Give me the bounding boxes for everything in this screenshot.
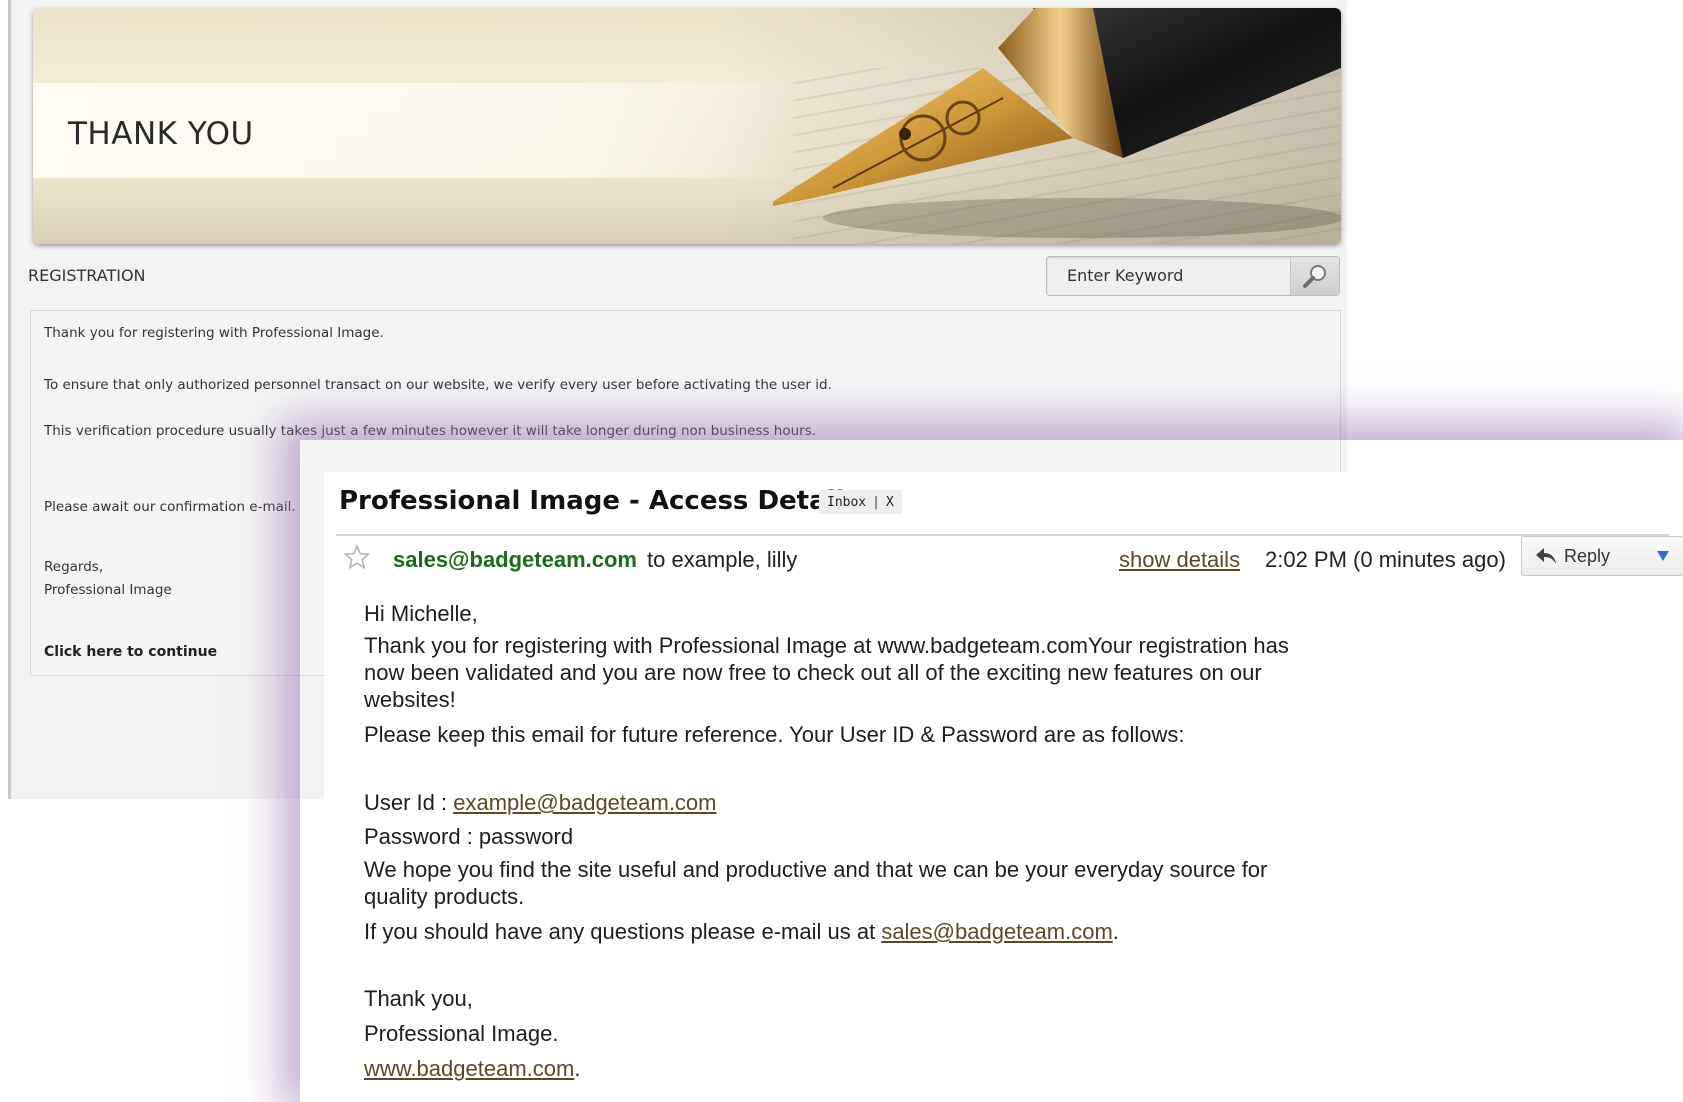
website-link[interactable]: www.badgeteam.com — [364, 1056, 574, 1081]
contact-prefix: If you should have any questions please … — [364, 919, 882, 944]
body-paragraph-1-line-2: now been validated and you are now free … — [364, 660, 1262, 685]
contact-email-link[interactable]: sales@badgeteam.com — [881, 919, 1112, 944]
body-paragraph-2: Please keep this email for future refere… — [364, 722, 1185, 747]
contact-suffix: . — [1112, 919, 1119, 944]
star-icon[interactable] — [344, 544, 370, 570]
inbox-label: Inbox | X — [819, 490, 902, 514]
thank-you-banner: THANK YOU — [33, 8, 1341, 244]
message-line-4: Please await our confirmation e-mail. — [44, 499, 296, 515]
banner-title: THANK YOU — [68, 116, 254, 152]
section-label: REGISTRATION — [28, 266, 146, 285]
fountain-pen-image — [773, 8, 1341, 238]
contact-line: If you should have any questions please … — [364, 918, 1119, 946]
closing-website-line: www.badgeteam.com. — [364, 1055, 580, 1083]
website-suffix: . — [574, 1056, 581, 1081]
message-line-2: To ensure that only authorized personnel… — [44, 377, 832, 393]
greeting: Hi Michelle, — [364, 601, 478, 626]
reply-arrow-icon — [1536, 548, 1556, 564]
reply-button[interactable]: Reply — [1521, 536, 1645, 576]
continue-link[interactable]: Click here to continue — [44, 644, 217, 660]
inbox-label-text[interactable]: Inbox — [827, 495, 866, 510]
label-separator: | — [872, 494, 880, 510]
body-paragraph-3-line-2: quality products. — [364, 884, 525, 909]
closing-thanks: Thank you, — [364, 986, 473, 1011]
reply-label: Reply — [1564, 545, 1611, 566]
closing-signature: Professional Image. — [364, 1021, 559, 1046]
signature-text: Professional Image — [44, 582, 172, 598]
password-line: Password : password — [364, 824, 574, 849]
email-subject: Professional Image - Access Details — [339, 486, 860, 516]
email-header-row: sales@badgeteam.com to example, lilly sh… — [336, 534, 1683, 580]
body-paragraph-1-line-3: websites! — [364, 687, 456, 712]
regards-text: Regards, — [44, 559, 104, 575]
show-details-link[interactable]: show details — [1119, 547, 1240, 573]
sender-address[interactable]: sales@badgeteam.com — [393, 547, 637, 573]
email-message: Professional Image - Access Details Inbo… — [324, 472, 1683, 1102]
email-timestamp: 2:02 PM (0 minutes ago) — [1265, 547, 1506, 572]
message-line-1: Thank you for registering with Professio… — [44, 325, 384, 341]
magnifier-icon — [1303, 265, 1326, 288]
search-button[interactable] — [1290, 257, 1339, 295]
body-paragraph-1-line-1: Thank you for registering with Professio… — [364, 633, 1289, 658]
body-paragraph-3-line-1: We hope you find the site useful and pro… — [364, 857, 1268, 882]
user-id-label: User Id : — [364, 790, 454, 815]
recipients-text: to example, lilly — [647, 547, 798, 572]
search-box — [1046, 256, 1340, 296]
dropdown-arrow-icon — [1657, 551, 1669, 561]
search-input[interactable] — [1055, 261, 1309, 289]
user-id-line: User Id : example@badgeteam.com — [364, 789, 717, 817]
remove-label-button[interactable]: X — [886, 495, 894, 510]
message-line-3: This verification procedure usually take… — [44, 423, 817, 439]
more-actions-button[interactable] — [1643, 536, 1683, 576]
user-id-link[interactable]: example@badgeteam.com — [453, 790, 716, 815]
